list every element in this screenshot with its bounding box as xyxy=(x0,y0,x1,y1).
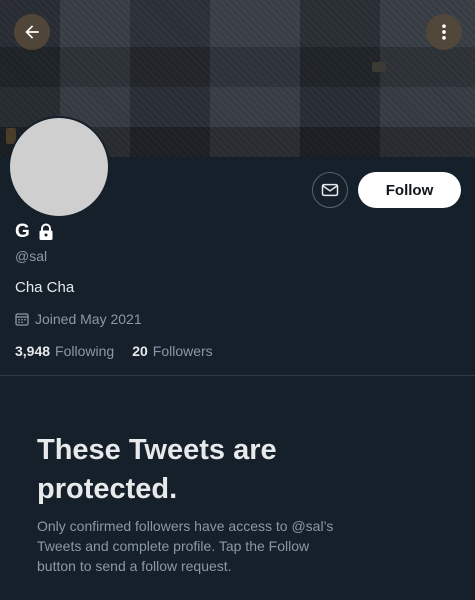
followers-link[interactable]: 20 Followers xyxy=(132,343,212,359)
avatar[interactable] xyxy=(8,116,110,218)
bio: Cha Cha xyxy=(15,279,75,296)
handle: @sal xyxy=(15,248,48,264)
calendar-icon xyxy=(15,313,29,326)
more-vertical-icon xyxy=(442,24,446,40)
back-button[interactable] xyxy=(14,14,50,50)
join-date: Joined May 2021 xyxy=(15,311,142,327)
followers-label: Followers xyxy=(152,343,213,359)
protected-description: Only confirmed followers have access to … xyxy=(37,518,334,574)
followers-count: 20 xyxy=(132,343,148,359)
arrow-left-icon xyxy=(25,25,39,39)
divider xyxy=(0,375,475,376)
following-count: 3,948 xyxy=(15,343,51,359)
banner-detail xyxy=(372,62,386,72)
lock-icon xyxy=(39,223,53,240)
display-name: G xyxy=(15,221,30,242)
follow-stats: 3,948 Following 20 Followers xyxy=(15,343,213,359)
follow-button[interactable]: Follow xyxy=(358,172,461,208)
more-options-button[interactable] xyxy=(426,14,462,50)
join-date-text: Joined May 2021 xyxy=(35,311,142,327)
following-label: Following xyxy=(55,343,115,359)
message-button[interactable] xyxy=(312,172,348,208)
envelope-icon xyxy=(321,183,339,197)
protected-title: These Tweets are protected. xyxy=(37,434,277,505)
name-row: G xyxy=(15,221,54,243)
following-link[interactable]: 3,948 Following xyxy=(15,343,114,359)
